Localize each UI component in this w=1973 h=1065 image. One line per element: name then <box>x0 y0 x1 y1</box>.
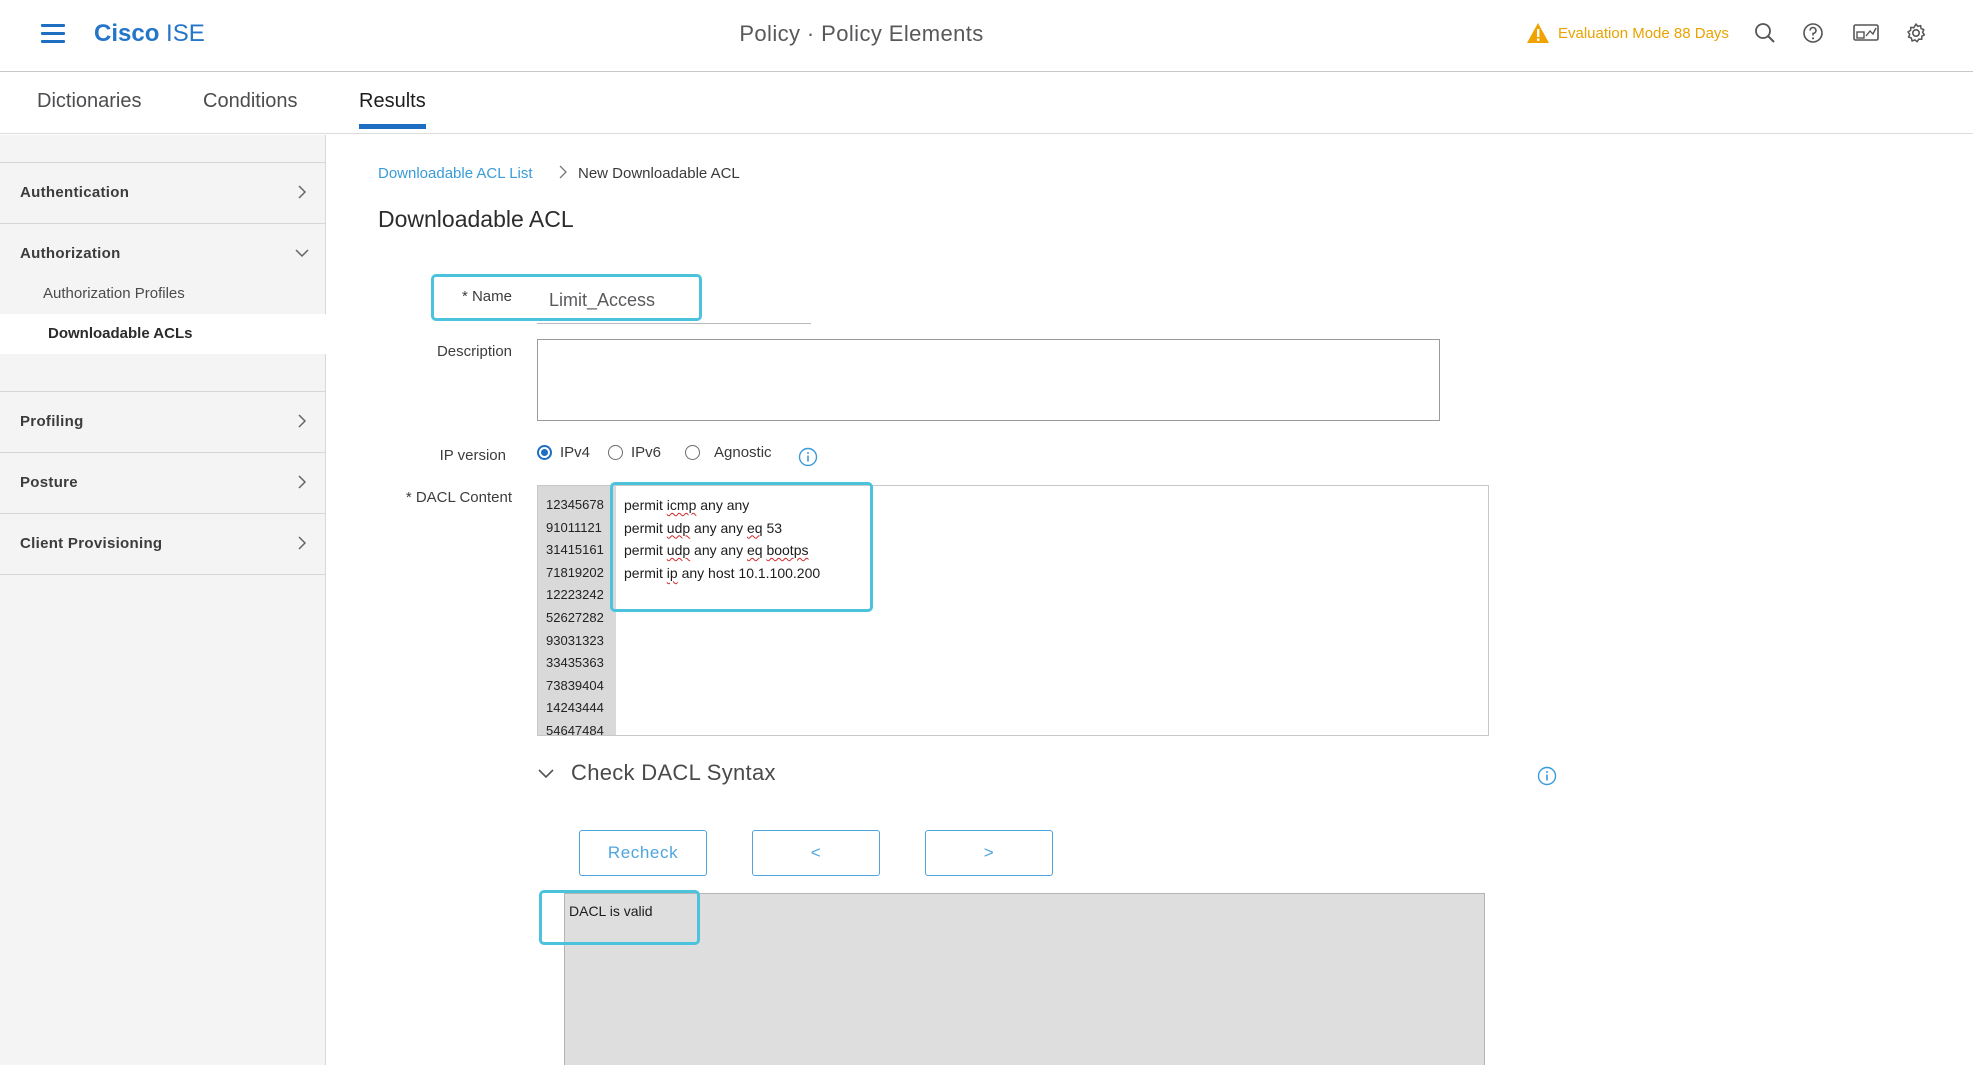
breadcrumb-chevron-icon <box>559 165 567 179</box>
sidebar-item-authorization-profiles[interactable]: Authorization Profiles <box>0 274 326 314</box>
name-input[interactable] <box>537 278 811 324</box>
tab-results[interactable]: Results <box>359 90 426 129</box>
check-syntax-label: Check DACL Syntax <box>571 760 776 785</box>
code-text: eq <box>746 519 763 536</box>
code-text: udp <box>666 542 691 559</box>
chevron-right-icon <box>298 185 307 199</box>
description-field[interactable] <box>537 339 1440 421</box>
dacl-editor[interactable]: 12345678 91011121 31415161 71819202 1222… <box>537 485 1489 736</box>
radio-agnostic-dot[interactable] <box>685 445 700 460</box>
sidebar-divider <box>0 574 326 575</box>
line-number: 54647484 <box>546 722 604 736</box>
description-label: Description <box>436 343 512 360</box>
chevron-right-icon <box>298 414 307 428</box>
code-text: any any <box>690 519 747 536</box>
line-number: 52627282 <box>546 609 604 625</box>
code-text: permit <box>624 542 667 559</box>
code-text: ip <box>666 564 678 581</box>
syntax-result-panel <box>564 893 1485 1065</box>
line-number: 71819202 <box>546 564 604 580</box>
page-heading: Downloadable ACL <box>378 206 574 232</box>
radio-label: IPv4 <box>560 444 591 461</box>
sidebar-item-label: Authorization <box>20 245 121 262</box>
radio-ipv4[interactable]: IPv4 <box>537 444 590 461</box>
line-number: 33435363 <box>546 655 604 671</box>
sidebar-item-client-provisioning[interactable]: Client Provisioning <box>0 513 326 574</box>
radio-ipv6-dot[interactable] <box>608 445 623 460</box>
dashboard-icon[interactable] <box>1850 19 1882 47</box>
dacl-code[interactable]: permit icmp any any permit udp any any e… <box>624 494 820 584</box>
code-text: udp <box>666 519 691 536</box>
search-icon[interactable] <box>1751 19 1779 47</box>
top-header: Cisco ISE Policy · Policy Elements Evalu… <box>0 0 1973 72</box>
code-line: permit udp any any eq 53 <box>624 517 820 540</box>
line-number: 12223242 <box>546 587 604 603</box>
radio-agnostic[interactable]: Agnostic <box>685 444 772 461</box>
page-title: Policy · Policy Elements <box>739 21 984 46</box>
syntax-result-text: DACL is valid <box>569 903 653 919</box>
code-text: any any <box>696 497 750 513</box>
evaluation-text: Evaluation Mode 88 Days <box>1558 24 1729 42</box>
line-number: 14243444 <box>546 700 604 716</box>
tab-dictionaries[interactable]: Dictionaries <box>37 90 141 129</box>
dacl-content-label: * DACL Content <box>405 489 512 506</box>
tab-bar: Dictionaries Conditions Results <box>0 72 1973 134</box>
chevron-down-icon <box>538 769 554 779</box>
next-button[interactable]: > <box>925 830 1053 876</box>
code-text: 53 <box>762 519 783 536</box>
tab-conditions[interactable]: Conditions <box>203 90 298 129</box>
radio-label: Agnostic <box>714 444 772 461</box>
line-number: 93031323 <box>546 632 604 648</box>
line-number: 73839404 <box>546 677 604 693</box>
name-label: * Name <box>461 288 512 305</box>
sidebar-item-authentication[interactable]: Authentication <box>0 162 326 223</box>
line-number-gutter: 12345678 91011121 31415161 71819202 1222… <box>538 486 616 736</box>
recheck-button[interactable]: Recheck <box>579 830 707 876</box>
sidebar-item-label: Authorization Profiles <box>43 285 185 302</box>
code-text: eq <box>746 542 763 559</box>
sidebar-item-label: Downloadable ACLs <box>48 325 193 342</box>
line-number: 31415161 <box>546 542 604 558</box>
sidebar-item-downloadable-acls[interactable]: Downloadable ACLs <box>0 314 326 354</box>
sidebar-item-profiling[interactable]: Profiling <box>0 391 326 452</box>
sidebar: Authentication Authorization Authorizati… <box>0 135 326 1065</box>
info-icon[interactable] <box>798 447 818 467</box>
sidebar-item-label: Client Provisioning <box>20 535 163 552</box>
check-syntax-toggle[interactable]: Check DACL Syntax <box>535 760 776 786</box>
evaluation-badge[interactable]: Evaluation Mode 88 Days <box>1526 22 1729 44</box>
code-text: icmp <box>666 497 697 513</box>
radio-ipv4-dot[interactable] <box>537 445 552 460</box>
code-line: permit ip any host 10.1.100.200 <box>624 562 820 585</box>
previous-button[interactable]: < <box>752 830 880 876</box>
code-text: permit <box>624 564 667 581</box>
warning-icon <box>1527 23 1549 43</box>
sidebar-item-label: Profiling <box>20 413 84 430</box>
sidebar-item-posture[interactable]: Posture <box>0 452 326 513</box>
radio-ipv6[interactable]: IPv6 <box>608 444 661 461</box>
breadcrumb-link[interactable]: Downloadable ACL List <box>378 165 533 182</box>
chevron-down-icon <box>295 249 309 258</box>
sidebar-item-label: Authentication <box>20 184 130 201</box>
code-text: bootps <box>766 542 809 559</box>
line-number: 12345678 <box>546 497 604 512</box>
code-text: any any <box>690 542 747 559</box>
code-text: permit <box>624 519 667 536</box>
info-icon[interactable] <box>1537 766 1557 786</box>
code-line: permit udp any any eq bootps <box>624 539 820 562</box>
breadcrumb-current: New Downloadable ACL <box>578 165 740 182</box>
radio-label: IPv6 <box>631 444 662 461</box>
code-text: any host 10.1.100.200 <box>677 564 821 581</box>
help-icon[interactable] <box>1799 19 1827 47</box>
code-text: permit <box>624 497 667 513</box>
code-line: permit icmp any any <box>624 494 820 517</box>
sidebar-item-label: Posture <box>20 474 78 491</box>
chevron-right-icon <box>298 536 307 550</box>
ip-version-label: IP version <box>439 447 506 464</box>
line-number: 91011121 <box>546 519 602 535</box>
gear-icon[interactable] <box>1902 19 1930 47</box>
chevron-right-icon <box>298 475 307 489</box>
